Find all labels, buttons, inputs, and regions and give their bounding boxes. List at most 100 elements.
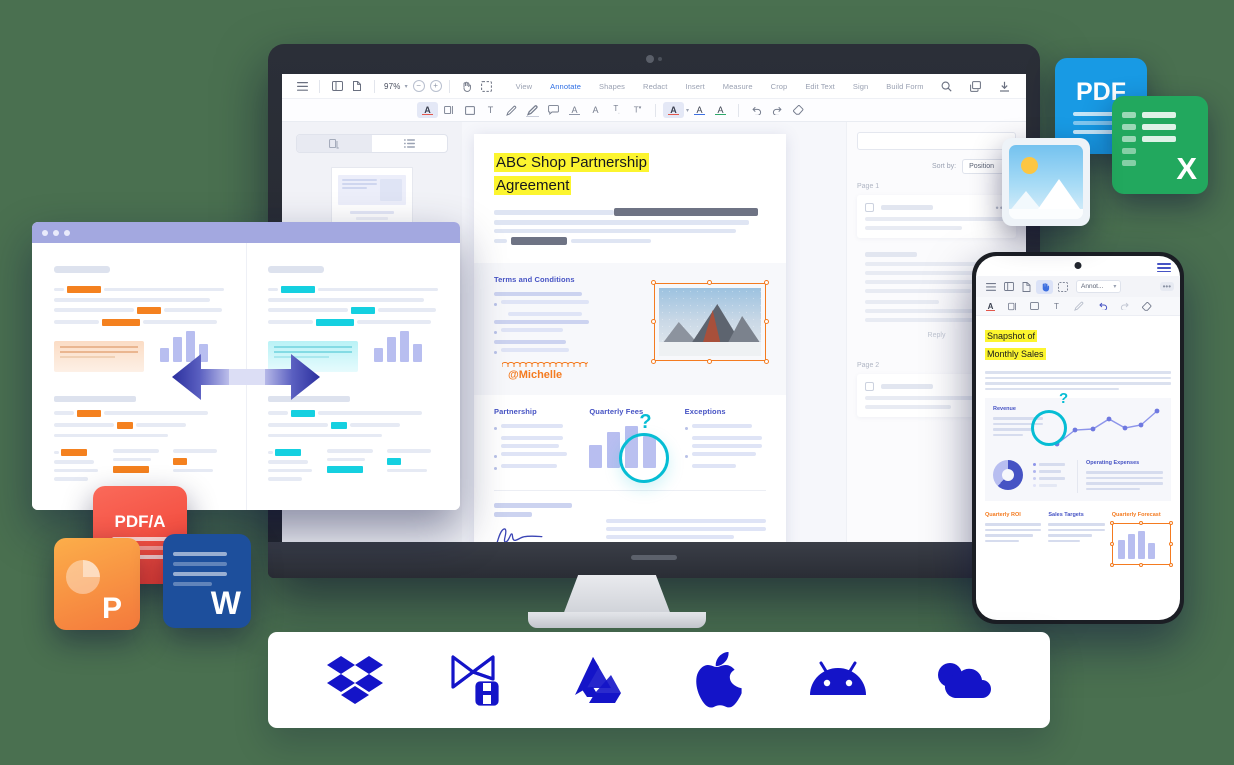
area-select-icon[interactable]	[477, 78, 497, 95]
resize-handle[interactable]	[1109, 521, 1114, 525]
comment-search-input[interactable]	[857, 132, 1016, 150]
redo-icon[interactable]	[767, 102, 788, 118]
mention-annotation[interactable]: @Michelle	[508, 369, 642, 381]
strikethrough-color-icon[interactable]: A	[710, 102, 731, 118]
resize-handle[interactable]	[764, 319, 769, 324]
tab-sign[interactable]: Sign	[844, 82, 877, 91]
tab-shapes[interactable]: Shapes	[590, 82, 634, 91]
resize-handle[interactable]	[707, 280, 712, 285]
sticky-note-icon[interactable]	[543, 102, 564, 118]
resize-handle[interactable]	[651, 319, 656, 324]
tab-view[interactable]: View	[507, 82, 542, 91]
underline-icon[interactable]: A	[564, 102, 585, 118]
resize-handle[interactable]	[1109, 563, 1114, 567]
page-view-icon[interactable]	[1018, 280, 1035, 294]
page-view-icon[interactable]	[347, 78, 367, 95]
tab-build-form[interactable]: Build Form	[877, 82, 932, 91]
window-dot-close[interactable]	[42, 229, 48, 236]
apple-icon[interactable]	[695, 652, 743, 708]
download-icon[interactable]	[994, 78, 1014, 95]
box-icon[interactable]	[450, 653, 508, 707]
superscript-icon[interactable]: T▾	[627, 102, 648, 118]
eraser-icon[interactable]	[1138, 299, 1155, 313]
highlight-text-icon[interactable]: A	[982, 299, 999, 313]
dropbox-icon[interactable]	[327, 654, 384, 706]
underline-color-icon[interactable]: A	[689, 102, 710, 118]
redo-icon[interactable]	[1116, 299, 1133, 313]
window-title-bar[interactable]	[32, 222, 460, 243]
text-box-icon[interactable]: T	[1048, 299, 1065, 313]
comment-checkbox[interactable]	[865, 382, 874, 391]
search-icon[interactable]	[936, 78, 956, 95]
document-viewer[interactable]: ABC Shop Partnership Agreement Terms and…	[462, 122, 846, 542]
rectangle-icon[interactable]	[1026, 299, 1043, 313]
pan-hand-icon[interactable]	[457, 78, 477, 95]
area-select-icon[interactable]	[1054, 280, 1071, 294]
pen-icon[interactable]	[501, 102, 522, 118]
word-file-badge[interactable]: W	[163, 534, 251, 628]
text-box-icon[interactable]: T	[480, 102, 501, 118]
excel-file-badge[interactable]: X	[1112, 96, 1208, 194]
resize-handle[interactable]	[1169, 521, 1173, 525]
font-icon[interactable]: A	[585, 102, 606, 118]
outline-list-icon[interactable]	[372, 135, 447, 152]
comment-card[interactable]: •••	[857, 195, 1016, 238]
resize-handle[interactable]	[1109, 542, 1114, 546]
resize-handle[interactable]	[1169, 542, 1173, 546]
thumbnail-view-toggle[interactable]	[296, 134, 448, 153]
resize-handle[interactable]	[1139, 563, 1144, 567]
resize-handle[interactable]	[1139, 521, 1144, 525]
onedrive-icon[interactable]	[933, 660, 991, 700]
thumbnail-grid-icon[interactable]	[297, 135, 372, 152]
zoom-in-button[interactable]: +	[429, 80, 442, 92]
sidebar-panel-icon[interactable]	[327, 78, 347, 95]
rectangle-icon[interactable]	[459, 102, 480, 118]
comment-checkbox[interactable]	[865, 203, 874, 212]
tab-insert[interactable]: Insert	[676, 82, 713, 91]
chevron-down-icon[interactable]: ▾	[405, 83, 408, 90]
phone-document[interactable]: Snapshot of Monthly Sales Revenue ? Oper…	[976, 316, 1180, 575]
undo-icon[interactable]	[1094, 299, 1111, 313]
text-callout-icon[interactable]	[438, 102, 459, 118]
selected-image-object[interactable]	[651, 280, 769, 364]
tab-annotate[interactable]: Annotate	[541, 82, 590, 91]
resize-handle[interactable]	[651, 280, 656, 285]
undo-icon[interactable]	[746, 102, 767, 118]
hamburger-menu-icon[interactable]	[1157, 263, 1171, 273]
zoom-out-button[interactable]: −	[412, 80, 425, 92]
hamburger-menu-icon[interactable]	[292, 78, 312, 95]
eraser-icon[interactable]	[788, 102, 809, 118]
window-dot-minimize[interactable]	[53, 229, 59, 236]
tab-edit-text[interactable]: Edit Text	[796, 82, 844, 91]
window-dot-maximize[interactable]	[64, 229, 70, 236]
resize-handle[interactable]	[651, 359, 656, 364]
resize-handle[interactable]	[1169, 563, 1173, 567]
resize-handle[interactable]	[707, 359, 712, 364]
powerpoint-file-badge[interactable]: P	[54, 538, 140, 630]
phone-circle-annotation[interactable]	[1031, 410, 1067, 446]
phone-selected-chart[interactable]	[1109, 521, 1173, 567]
circle-annotation[interactable]	[619, 433, 670, 483]
android-icon[interactable]	[809, 661, 866, 699]
tab-redact[interactable]: Redact	[634, 82, 676, 91]
pen-icon[interactable]	[1070, 299, 1087, 313]
resize-handle[interactable]	[764, 280, 769, 285]
text-color-icon[interactable]: A	[663, 102, 684, 118]
image-file-badge[interactable]	[1002, 138, 1090, 226]
marker-pen-icon[interactable]	[522, 102, 543, 118]
google-drive-icon[interactable]	[574, 655, 629, 705]
duplicate-icon[interactable]	[965, 78, 985, 95]
phone-tool-select[interactable]: Annot... ▾	[1076, 280, 1122, 293]
more-dots-icon[interactable]: •••	[1159, 282, 1174, 291]
sidebar-panel-icon[interactable]	[1000, 280, 1017, 294]
hamburger-menu-icon[interactable]	[982, 280, 999, 294]
tab-crop[interactable]: Crop	[762, 82, 797, 91]
tab-measure[interactable]: Measure	[714, 82, 762, 91]
zoom-level-value[interactable]: 97%	[382, 82, 403, 91]
highlight-text-icon[interactable]: A	[417, 102, 438, 118]
pan-hand-icon[interactable]	[1036, 279, 1053, 294]
subscript-icon[interactable]: T.	[606, 102, 627, 118]
sort-row: Sort by: Position ▾	[857, 159, 1016, 174]
resize-handle[interactable]	[764, 359, 769, 364]
text-callout-icon[interactable]	[1004, 299, 1021, 313]
